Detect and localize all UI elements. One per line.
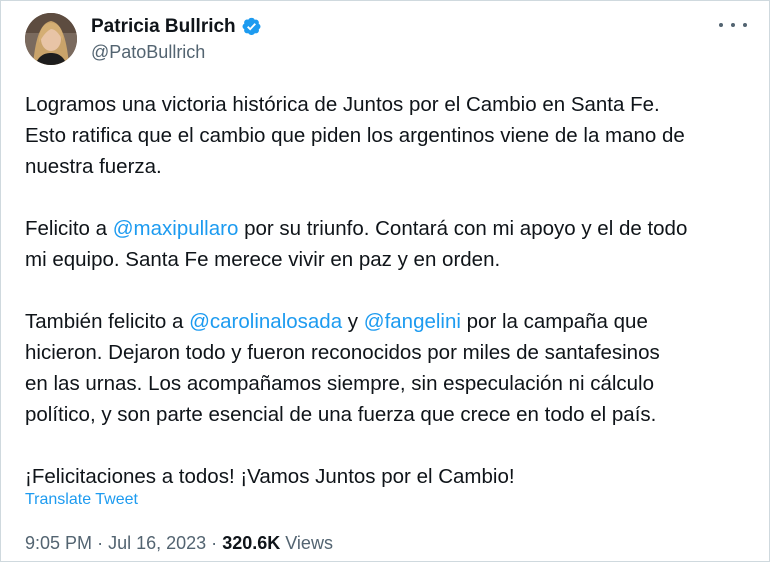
tweet-time[interactable]: 9:05 PM [25, 533, 92, 553]
mention-link[interactable]: @carolinalosada [189, 310, 342, 333]
display-name-row: Patricia Bullrich [91, 15, 262, 39]
views-label[interactable]: Views [285, 533, 333, 553]
tweet-paragraph: ¡Felicitaciones a todos! ¡Vamos Juntos p… [25, 461, 755, 492]
mention-link[interactable]: @maxipullaro [113, 217, 239, 240]
tweet-paragraph: También felicito a @carolinalosada y @fa… [25, 306, 755, 430]
tweet-text-segment: mi equipo. Santa Fe merece vivir en paz … [25, 248, 501, 271]
tweet-text-segment: Felicito a [25, 217, 113, 240]
meta-separator: · [211, 533, 218, 553]
author-names: Patricia Bullrich @PatoBullrich [91, 15, 262, 64]
handle[interactable]: @PatoBullrich [91, 40, 262, 64]
tweet-text-segment: político, y son parte esencial de una fu… [25, 403, 657, 426]
tweet-text-segment: ¡Felicitaciones a todos! ¡Vamos Juntos p… [25, 465, 515, 488]
mention-link[interactable]: @fangelini [364, 310, 461, 333]
tweet-text-segment: nuestra fuerza. [25, 155, 162, 178]
tweet-text-segment: por su triunfo. Contará con mi apoyo y e… [238, 217, 688, 240]
tweet-text-segment: Logramos una victoria histórica de Junto… [25, 93, 660, 116]
tweet-date[interactable]: Jul 16, 2023 [108, 533, 206, 553]
views-count[interactable]: 320.6K [222, 533, 280, 553]
avatar[interactable] [25, 13, 77, 65]
tweet-text-segment: y [342, 310, 364, 333]
avatar-image [25, 13, 77, 65]
tweet-text-segment: También felicito a [25, 310, 190, 333]
tweet-text-segment: hicieron. Dejaron todo y fueron reconoci… [25, 341, 660, 364]
verified-badge-icon[interactable] [241, 16, 262, 37]
tweet-paragraph: Felicito a @maxipullaro por su triunfo. … [25, 213, 755, 275]
translate-tweet-link[interactable]: Translate Tweet [25, 489, 138, 511]
tweet-meta: 9:05 PM · Jul 16, 2023 · 320.6K Views [25, 531, 333, 555]
more-options-icon[interactable] [719, 15, 747, 35]
display-name[interactable]: Patricia Bullrich [91, 15, 236, 39]
tweet-text-segment: en las urnas. Los acompañamos siempre, s… [25, 372, 655, 395]
tweet-card: Patricia Bullrich @PatoBullrich Logramos… [0, 0, 770, 562]
tweet-text: Logramos una victoria histórica de Junto… [25, 89, 755, 492]
tweet-header: Patricia Bullrich @PatoBullrich [25, 13, 753, 65]
tweet-text-segment: por la campaña que [460, 310, 648, 333]
meta-separator: · [97, 533, 104, 553]
tweet-paragraph: Logramos una victoria histórica de Junto… [25, 89, 755, 182]
tweet-text-segment: Esto ratifica que el cambio que piden lo… [25, 124, 685, 147]
